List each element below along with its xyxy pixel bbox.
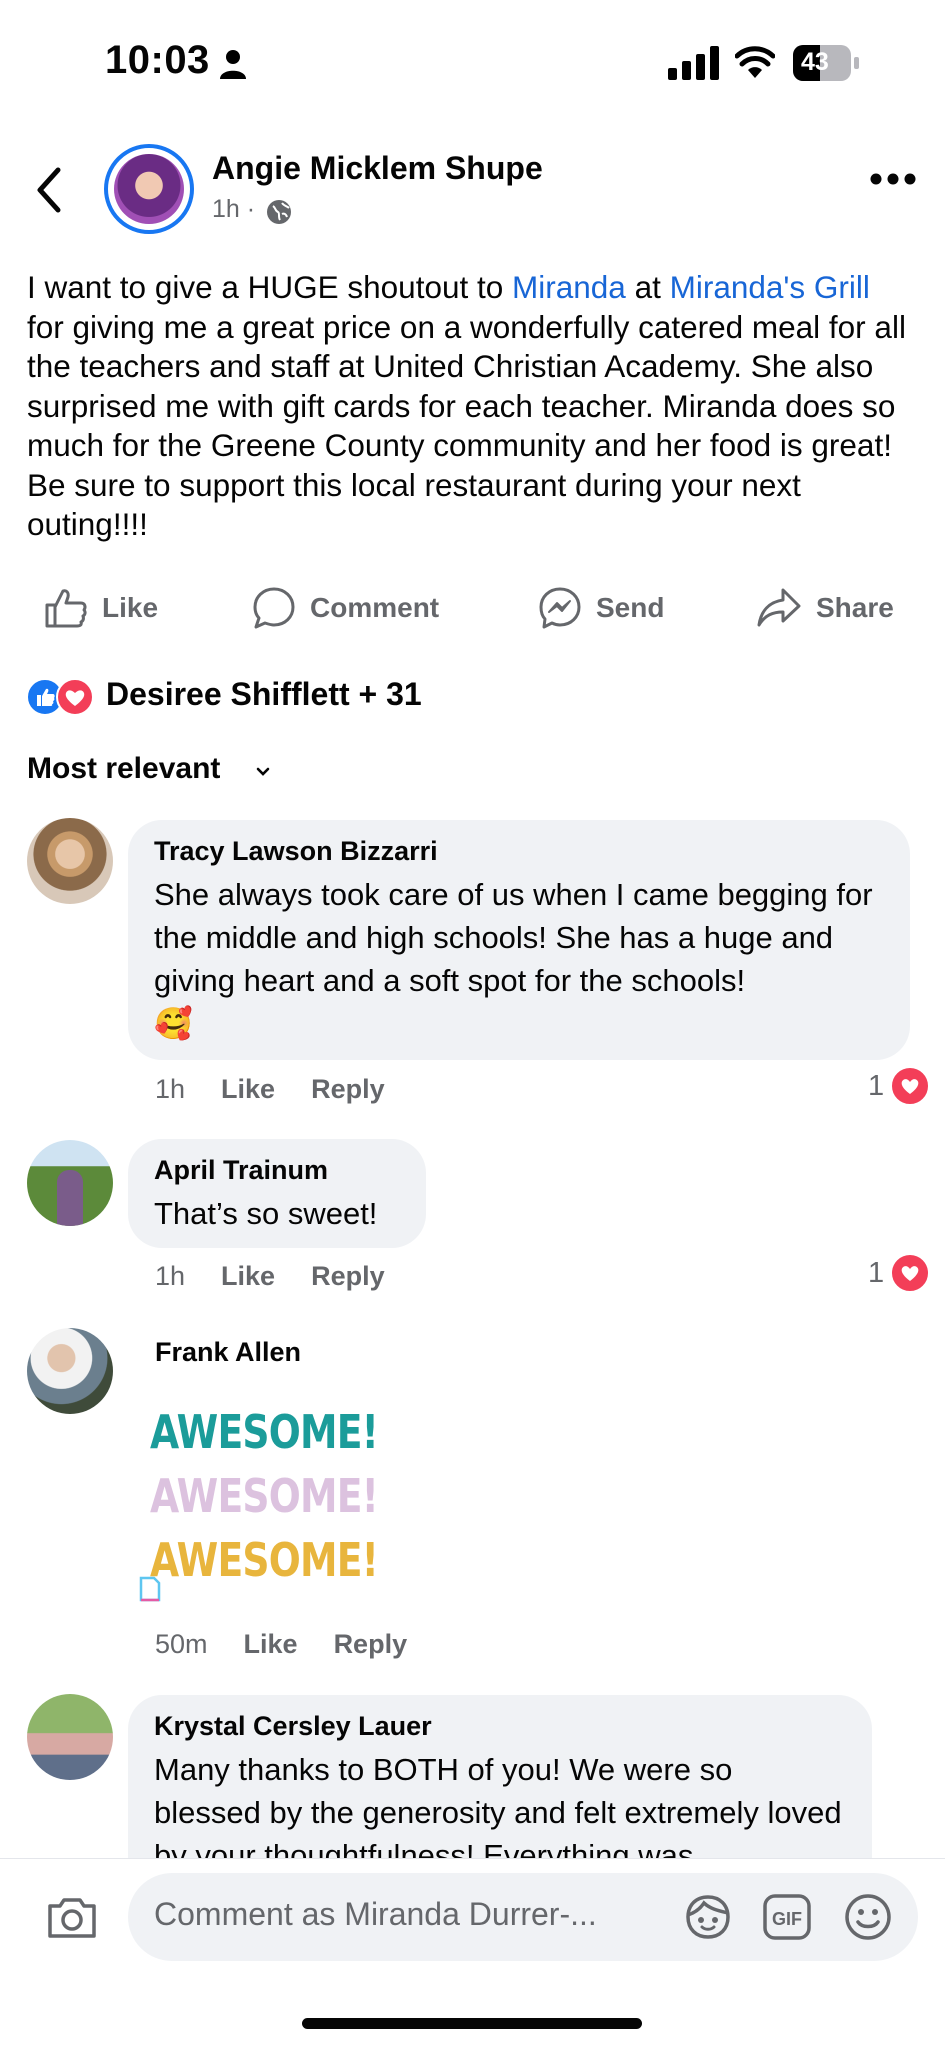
comment-button[interactable]: Comment: [252, 587, 440, 629]
post-time[interactable]: 1h: [212, 195, 240, 223]
avatar-sticker-icon[interactable]: [682, 1891, 734, 1943]
sticker-text-2: AWESOME!: [150, 1469, 379, 1523]
send-button[interactable]: Send: [538, 587, 665, 629]
reaction-icons[interactable]: [26, 676, 96, 716]
commenter-name[interactable]: April Trainum: [154, 1155, 400, 1186]
back-arrow-icon[interactable]: [30, 160, 70, 220]
comment-input[interactable]: Comment as Miranda Durrer-... GIF: [128, 1873, 918, 1961]
status-time: 10:03: [105, 38, 210, 82]
post-text-3: for giving me a great price on a wonderf…: [27, 308, 906, 543]
comment-time: 1h: [155, 1261, 186, 1291]
comment-reply-button[interactable]: Reply: [334, 1629, 408, 1659]
comment-bubble: Tracy Lawson Bizzarri She always took ca…: [128, 820, 910, 1060]
share-arrow-icon: [757, 588, 801, 627]
comment-bubble-icon: [253, 587, 295, 629]
mention-mirandas-grill[interactable]: Miranda's Grill: [670, 269, 870, 305]
home-indicator[interactable]: [302, 2018, 642, 2029]
cellular-signal-icon: [668, 46, 719, 80]
comment-reaction-count[interactable]: 1: [868, 1066, 931, 1106]
comment-meta: 1h Like Reply: [155, 1261, 385, 1292]
more-options-icon[interactable]: [870, 172, 916, 186]
battery-indicator: 43: [793, 45, 859, 81]
battery-level: 43: [801, 48, 829, 76]
comment-text: That’s so sweet!: [154, 1196, 378, 1231]
commenter-avatar[interactable]: [27, 1694, 113, 1780]
chevron-down-icon[interactable]: [255, 766, 271, 778]
person-icon: [220, 50, 246, 79]
comment-like-button[interactable]: Like: [221, 1074, 275, 1104]
awesome-sticker[interactable]: AWESOME! AWESOME! AWESOME!: [150, 1400, 390, 1596]
comment-meta: 50m Like Reply: [155, 1629, 407, 1660]
post-text-1: I want to give a HUGE shoutout to: [27, 269, 513, 305]
reaction-count: 1: [868, 1256, 885, 1289]
commenter-avatar[interactable]: [27, 1328, 113, 1414]
comment-like-button[interactable]: Like: [221, 1261, 275, 1291]
post-body: I want to give a HUGE shoutout to Mirand…: [27, 268, 907, 545]
messenger-icon: [539, 587, 581, 629]
send-label: Send: [596, 592, 665, 623]
author-avatar-photo: [114, 154, 184, 224]
commenter-avatar[interactable]: [27, 818, 113, 904]
comment-text: She always took care of us when I came b…: [154, 877, 873, 998]
comment-reply-button[interactable]: Reply: [311, 1074, 385, 1104]
commenter-name[interactable]: Frank Allen: [155, 1337, 301, 1368]
heart-icon: [890, 1066, 931, 1106]
comment-time: 1h: [155, 1074, 186, 1104]
avatar-figure: [57, 1170, 83, 1226]
emoji-icon[interactable]: [842, 1891, 894, 1943]
meta-separator: ·: [246, 195, 256, 223]
share-button[interactable]: Share: [756, 588, 894, 628]
wifi-icon: [735, 46, 775, 78]
comment-meta: 1h Like Reply: [155, 1074, 385, 1105]
sort-comments-dropdown[interactable]: Most relevant: [27, 752, 220, 786]
like-label: Like: [102, 592, 159, 623]
like-button[interactable]: Like: [44, 588, 158, 628]
sticker-text-1: AWESOME!: [150, 1405, 379, 1459]
share-label: Share: [816, 592, 894, 623]
comment-emoji: 🥰: [154, 1006, 193, 1041]
thumbs-up-icon: [45, 589, 87, 628]
comment-reply-button[interactable]: Reply: [311, 1261, 385, 1291]
comment-reaction-count[interactable]: 1: [868, 1253, 931, 1293]
reaction-summary[interactable]: Desiree Shifflett + 31: [106, 676, 422, 713]
comment-bubble: April Trainum That’s so sweet!: [128, 1139, 426, 1248]
gif-source-icon: [139, 1576, 161, 1602]
post-author-name[interactable]: Angie Micklem Shupe: [212, 150, 543, 187]
mention-miranda[interactable]: Miranda: [512, 269, 626, 305]
commenter-name[interactable]: Krystal Cersley Lauer: [154, 1711, 846, 1742]
heart-icon: [890, 1253, 931, 1293]
post-text-2: at: [625, 269, 670, 305]
svg-text:GIF: GIF: [772, 1909, 802, 1929]
commenter-name[interactable]: Tracy Lawson Bizzarri: [154, 836, 884, 867]
author-avatar[interactable]: [104, 144, 194, 234]
post-meta: 1h ·: [212, 195, 255, 224]
reaction-count: 1: [868, 1069, 885, 1102]
gif-icon[interactable]: GIF: [762, 1893, 812, 1941]
comment-like-button[interactable]: Like: [244, 1629, 298, 1659]
comment-input-placeholder: Comment as Miranda Durrer-...: [154, 1896, 597, 1932]
commenter-avatar[interactable]: [27, 1140, 113, 1226]
sticker-text-3: AWESOME!: [150, 1533, 379, 1587]
love-reaction-icon: [56, 678, 94, 716]
globe-icon: [267, 200, 291, 224]
comment-label: Comment: [310, 592, 440, 623]
camera-icon[interactable]: [44, 1890, 100, 1946]
comment-time: 50m: [155, 1629, 208, 1659]
